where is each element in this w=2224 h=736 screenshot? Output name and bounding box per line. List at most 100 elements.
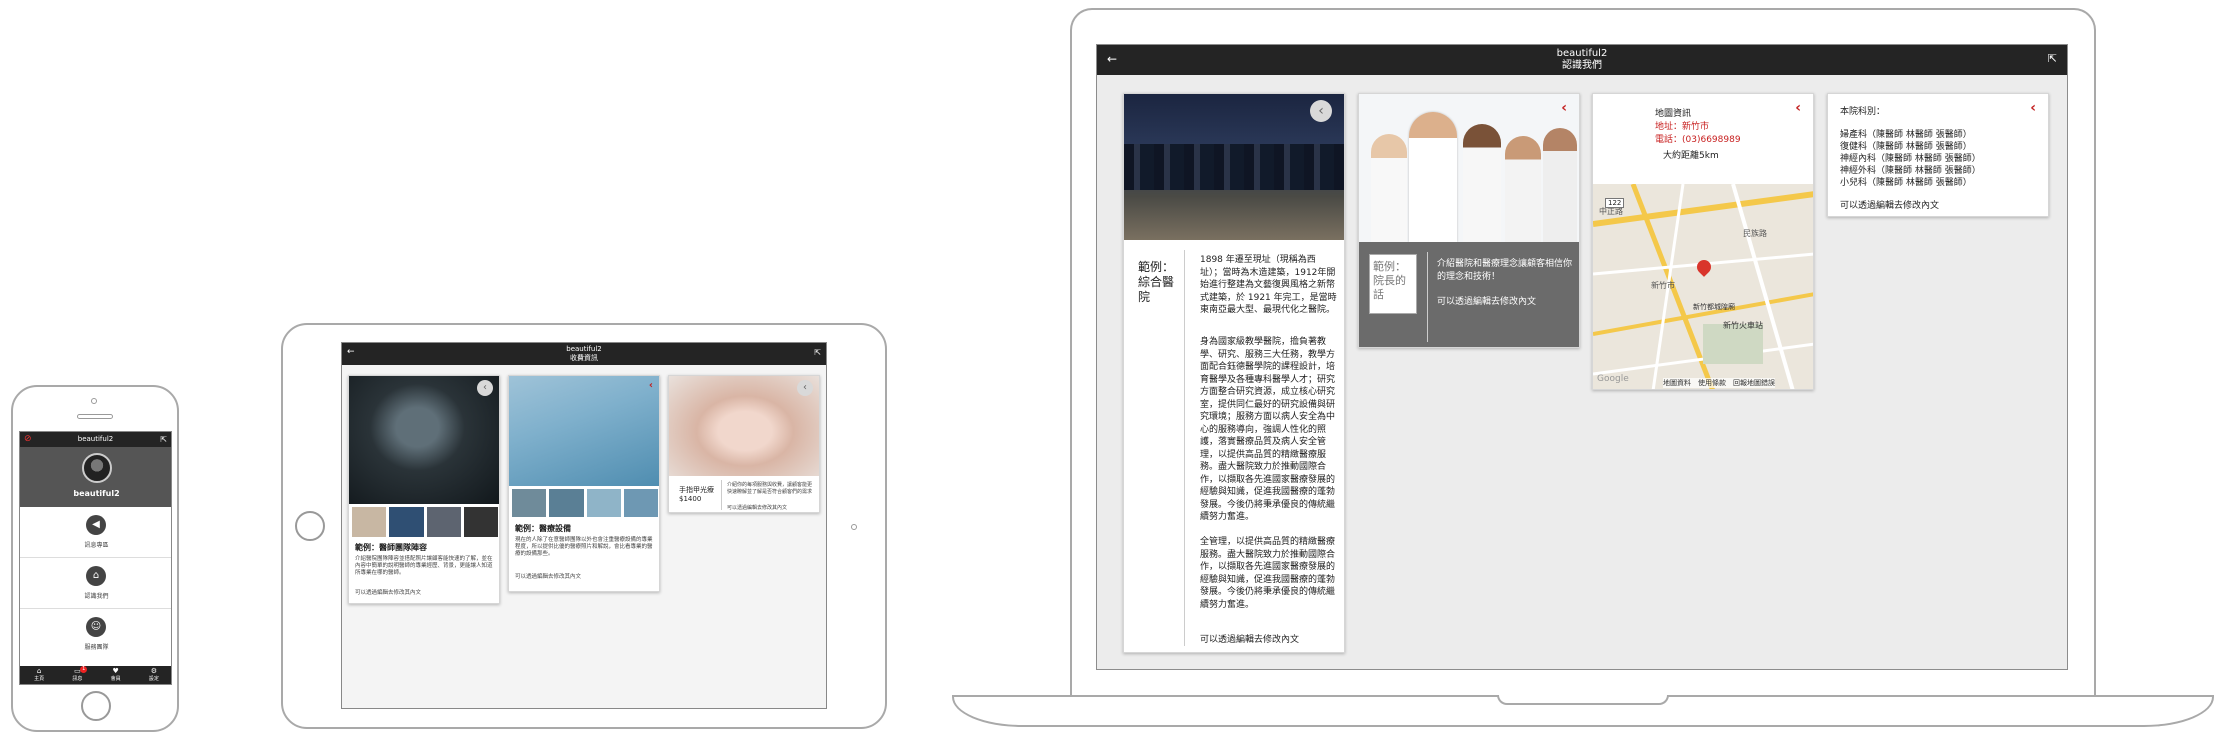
- tablet-screen: ← beautiful2 收費資訊 ⇱ ‹ 範例：醫師團隊陣容 介紹醫院團隊陣容…: [341, 342, 827, 709]
- card-desc: 介紹醫院團隊陣容並搭配照片讓顧客能快速的了解，並在內容中簡單的說明醫師的專業經歷…: [355, 556, 493, 576]
- doctor-figure: [1543, 128, 1577, 242]
- chat-icon: ▭: [74, 667, 81, 675]
- thumbnail[interactable]: [623, 489, 658, 517]
- card-title: 範例：醫療設備: [515, 524, 571, 533]
- share-icon[interactable]: ⇱: [160, 432, 167, 447]
- phone-app-bar: ⊘ beautiful2 ⇱: [20, 432, 171, 447]
- back-icon[interactable]: ‹: [797, 380, 813, 396]
- thumbnail[interactable]: [549, 489, 584, 517]
- city-buildings: [1124, 144, 1344, 190]
- map-address: 地址：新竹市: [1655, 122, 1710, 132]
- heart-icon: ♥: [112, 667, 119, 675]
- tab-chat[interactable]: ▭ 訊息 1: [58, 666, 96, 684]
- back-icon[interactable]: ‹: [477, 380, 493, 396]
- card-body-repeat: 全管理，以提供高品質的精緻醫療服務。盡大醫院致力於推動國際合作，以擷取各先進國家…: [1200, 537, 1336, 610]
- department-item: 小兒科（陳醫師 林醫師 張醫師）: [1840, 178, 1972, 188]
- thumbnail[interactable]: [463, 507, 498, 537]
- thumbnail[interactable]: [586, 489, 621, 517]
- no-entry-icon[interactable]: ⊘: [24, 432, 32, 447]
- tab-home[interactable]: ⌂ 主頁: [20, 666, 58, 684]
- back-arrow-icon[interactable]: ←: [347, 348, 355, 357]
- phone-profile: beautiful2: [20, 447, 171, 507]
- share-icon[interactable]: ⇱: [2048, 53, 2057, 65]
- phone-screen: ⊘ beautiful2 ⇱ beautiful2 ◀ 訊息專區 ⌂ 認識我們 …: [19, 431, 172, 685]
- laptop-card-departments[interactable]: ‹ 本院科別： 婦產科（陳醫師 林醫師 張醫師） 復健科（陳醫師 林醫師 張醫師…: [1827, 93, 2049, 217]
- laptop-app-title: beautiful2: [1556, 48, 1608, 59]
- card-title: 手指甲光療 $1400: [679, 486, 714, 503]
- map-phone: 電話：(03)6698989: [1655, 135, 1741, 145]
- card-edit-hint: 可以透過編輯去修改其內文: [727, 505, 788, 511]
- card-edit-hint: 可以透過編輯去修改內文: [1437, 297, 1537, 307]
- divider: [1184, 250, 1185, 646]
- team-icon: ☺: [86, 617, 106, 637]
- phone-menu-item-2[interactable]: ☺ 服務團隊: [20, 610, 171, 660]
- card-edit-hint: 可以透過編輯去修改內文: [1200, 635, 1300, 645]
- map-roads: [1593, 184, 1813, 389]
- card-desc: 介紹醫院和醫療理念讓顧客相信你的理念和技術！: [1437, 259, 1573, 282]
- phone-tab-bar: ⌂ 主頁 ▭ 訊息 1 ♥ 會員 ⚙ 設定: [20, 666, 171, 684]
- tablet-card-doctors[interactable]: ‹ 範例：醫師團隊陣容 介紹醫院團隊陣容並搭配照片讓顧客能快速的了解，並在內容中…: [348, 375, 500, 604]
- map-heading: 地圖資訊: [1655, 109, 1692, 119]
- tablet-card-service[interactable]: ‹ 手指甲光療 $1400 介紹你的每項服務與收費，讓顧客能更快速瞭解並了解是否…: [668, 375, 820, 513]
- laptop-app-bar: ← beautiful2 認識我們 ⇱: [1097, 45, 2067, 75]
- laptop-screen: ← beautiful2 認識我們 ⇱ ‹ 範例： 綜合醫 院 1898 年遷至…: [1096, 44, 2068, 670]
- tab-settings[interactable]: ⚙ 設定: [135, 666, 171, 684]
- back-chevron-icon[interactable]: ‹: [649, 380, 653, 391]
- back-chevron-icon[interactable]: ‹: [2030, 100, 2036, 116]
- tablet-app-bar: ← beautiful2 收費資訊 ⇱: [342, 343, 826, 365]
- back-arrow-icon[interactable]: ←: [1107, 53, 1117, 65]
- thumbnail[interactable]: [389, 507, 424, 537]
- departments-heading: 本院科別：: [1840, 107, 1886, 117]
- phone-home-button[interactable]: [81, 691, 111, 721]
- doctor-figure: [1371, 134, 1407, 242]
- tablet-card-equipment[interactable]: ‹ 範例：醫療設備 現在的人除了在意醫師團隊以外也會注重醫療設備的專業程度，所以…: [508, 375, 660, 592]
- tablet-camera: [851, 524, 857, 530]
- card-edit-hint: 可以透過編輯去修改內文: [1840, 201, 1940, 211]
- doctor-figure: [1409, 112, 1457, 242]
- map-brand: Google: [1597, 374, 1629, 384]
- divider: [721, 480, 722, 510]
- map-label: 新竹都城隍廟: [1693, 303, 1735, 311]
- phone-menu-label: 認識我們: [84, 593, 109, 600]
- doctor-photo: [349, 376, 499, 504]
- card-desc: 介紹你的每項服務與收費，讓顧客能更快速瞭解並了解是否符合顧客們的需求: [727, 482, 813, 495]
- card-title: 範例：醫師團隊陣容: [355, 543, 427, 552]
- megaphone-icon: ◀: [86, 515, 106, 535]
- thumbnail[interactable]: [426, 507, 461, 537]
- back-chevron-icon[interactable]: ‹: [1561, 100, 1567, 116]
- avatar[interactable]: [82, 453, 112, 483]
- map-route-badge: 122: [1605, 198, 1625, 208]
- phone-camera: [91, 398, 97, 404]
- back-chevron-icon[interactable]: ‹: [1795, 100, 1801, 116]
- laptop-card-map[interactable]: ‹ 地圖資訊 地址：新竹市 電話：(03)6698989 大約距離5km 中正路: [1592, 93, 1814, 390]
- home-icon: ⌂: [36, 667, 42, 675]
- tablet-home-button[interactable]: [295, 511, 325, 541]
- laptop-card-director[interactable]: ‹ 範例： 院長的 話 介紹醫院和醫療理念讓顧客相信你的理念和技術！ 可以透過編…: [1358, 93, 1580, 348]
- card-edit-hint: 可以透過編輯去修改其內文: [515, 574, 582, 580]
- divider: [1427, 252, 1428, 342]
- laptop-page-title: 認識我們: [1562, 60, 1602, 71]
- phone-speaker: [77, 414, 113, 419]
- laptop-lid: ← beautiful2 認識我們 ⇱ ‹ 範例： 綜合醫 院 1898 年遷至…: [1070, 8, 2096, 698]
- card-title: 範例： 院長的 話: [1373, 260, 1406, 301]
- card-edit-hint: 可以透過編輯去修改其內文: [355, 590, 422, 596]
- phone-menu-label: 服務團隊: [84, 644, 109, 651]
- thumbnail-strip: [352, 507, 498, 537]
- share-icon[interactable]: ⇱: [814, 348, 821, 357]
- laptop-card-hospital[interactable]: ‹ 範例： 綜合醫 院 1898 年遷至現址（現稱為西址）；當時為木造建築，19…: [1123, 93, 1345, 653]
- phone-profile-name: beautiful2: [73, 489, 120, 498]
- thumbnail[interactable]: [352, 507, 387, 537]
- map-view[interactable]: 中正路 民族路 新竹市 新竹火車站 新竹都城隍廟 122 Google 地圖資料…: [1593, 184, 1813, 389]
- phone-menu-item-0[interactable]: ◀ 訊息專區: [20, 508, 171, 558]
- tablet-page-title: 收費資訊: [570, 354, 598, 362]
- card-body-intro: 1898 年遷至現址（現稱為西址）；當時為木造建築，1912年開始進行整建為文藝…: [1200, 255, 1337, 315]
- tab-heart[interactable]: ♥ 會員: [97, 666, 135, 684]
- doctors-team-photo: [1359, 94, 1579, 242]
- back-icon[interactable]: ‹: [1310, 100, 1332, 122]
- map-distance: 大約距離5km: [1663, 151, 1719, 161]
- map-label: 新竹火車站: [1723, 321, 1763, 330]
- map-footer[interactable]: 地圖資料 使用條款 回報地圖錯誤: [1663, 378, 1775, 388]
- thumbnail[interactable]: [512, 489, 547, 517]
- phone-menu-item-1[interactable]: ⌂ 認識我們: [20, 559, 171, 609]
- tablet-device: ← beautiful2 收費資訊 ⇱ ‹ 範例：醫師團隊陣容 介紹醫院團隊陣容…: [281, 323, 887, 729]
